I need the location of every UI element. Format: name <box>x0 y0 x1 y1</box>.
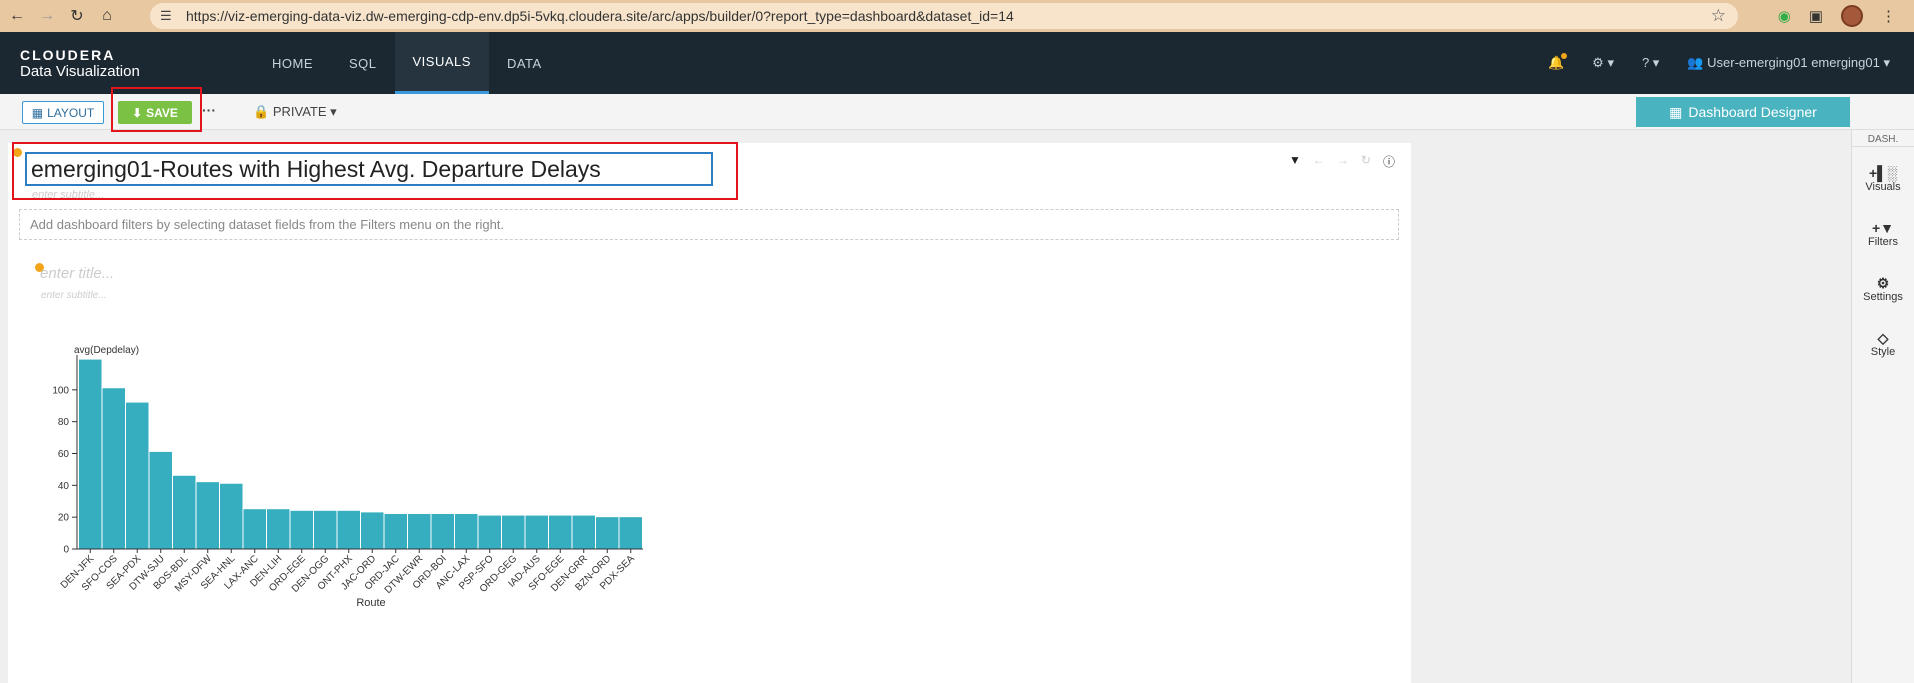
bar <box>79 359 102 549</box>
diamond-icon: ◇ <box>1877 329 1889 346</box>
bookmark-star-icon[interactable]: ☆ <box>1711 6 1726 26</box>
dashboard-filter-dropzone[interactable]: Add dashboard filters by selecting datas… <box>19 209 1399 240</box>
notification-dot <box>1561 53 1568 59</box>
nav-data[interactable]: DATA <box>489 32 560 94</box>
logo-brand: CLOUDERA <box>20 47 116 63</box>
browser-toolbar: ← → ↻ ⌂ ☰ https://viz-emerging-data-viz.… <box>0 0 1914 32</box>
bar <box>220 483 243 549</box>
bar <box>431 513 454 549</box>
refresh-icon[interactable]: ↻ <box>1361 153 1371 170</box>
y-tick-label: 40 <box>58 481 70 492</box>
dashboard-toolbar: ▦ LAYOUT ⬇ SAVE ··· 🔒 PRIVATE ▾ ▦ Dashbo… <box>0 94 1914 130</box>
profile-avatar[interactable] <box>1841 5 1863 27</box>
y-tick-label: 0 <box>63 545 69 556</box>
bar <box>525 515 548 549</box>
browser-menu-icon[interactable]: ⋮ <box>1881 7 1896 25</box>
y-tick-label: 60 <box>58 449 70 460</box>
main-nav: HOME SQL VISUALS DATA <box>254 32 560 94</box>
bar <box>572 515 595 549</box>
layout-icon: ▦ <box>31 105 44 120</box>
nav-home[interactable]: HOME <box>254 32 331 94</box>
add-filter-icon: +▼ <box>1871 219 1895 236</box>
help-icon[interactable]: ? ▾ <box>1642 55 1659 71</box>
visual-subtitle-placeholder[interactable]: enter subtitle... <box>41 290 107 301</box>
layout-button[interactable]: ▦ LAYOUT <box>22 101 104 124</box>
save-highlight-box <box>111 87 202 132</box>
caret-down-icon: ▾ <box>330 104 337 119</box>
y-tick-label: 80 <box>58 417 70 428</box>
bar <box>149 451 172 549</box>
sidebar-label-visuals: Visuals <box>1865 180 1901 193</box>
bar <box>478 515 501 549</box>
bar <box>384 513 407 549</box>
bar <box>619 517 642 549</box>
bar <box>502 515 525 549</box>
reload-icon[interactable]: ↻ <box>64 3 90 29</box>
forward-icon[interactable]: → <box>34 3 60 29</box>
more-options-button[interactable]: ··· <box>202 102 216 118</box>
bar <box>243 509 266 549</box>
bar <box>337 510 360 549</box>
sidebar-item-filters[interactable]: +▼ Filters <box>1852 206 1914 261</box>
url-text: https://viz-emerging-data-viz.dw-emergin… <box>186 8 1014 24</box>
cloudera-logo[interactable]: CLOUDERA Data Visualization <box>20 47 140 81</box>
settings-gears-icon: ⚙ <box>1876 274 1890 291</box>
y-axis-label: avg(Depdelay) <box>74 345 139 356</box>
logo-product: Data Visualization <box>20 63 140 80</box>
bar <box>196 482 219 549</box>
extensions-puzzle-icon[interactable]: ▣ <box>1809 7 1823 25</box>
privacy-label: PRIVATE <box>272 104 327 119</box>
bar-chart: avg(Depdelay)020406080100DEN-JFKSFO-COSS… <box>52 345 643 609</box>
add-chart-icon: +▌░ <box>1868 164 1897 181</box>
app-header: CLOUDERA Data Visualization HOME SQL VIS… <box>0 32 1914 94</box>
lock-icon: 🔒 <box>253 104 270 119</box>
home-icon[interactable]: ⌂ <box>94 3 120 29</box>
back-icon[interactable]: ← <box>4 3 30 29</box>
right-sidebar: DASH. +▌░ Visuals +▼ Filters ⚙ Settings … <box>1851 130 1914 683</box>
undo-icon[interactable]: ← <box>1313 153 1325 170</box>
designer-label: Dashboard Designer <box>1688 104 1817 120</box>
extension-eye-icon[interactable]: ◉ <box>1778 7 1791 25</box>
sidebar-header: DASH. <box>1852 130 1914 147</box>
y-tick-label: 100 <box>52 385 69 396</box>
bar <box>102 388 125 549</box>
info-icon[interactable]: ⓘ <box>1383 153 1395 170</box>
redo-icon[interactable]: → <box>1337 153 1349 170</box>
sidebar-item-visuals[interactable]: +▌░ Visuals <box>1852 151 1914 206</box>
privacy-dropdown[interactable]: 🔒 PRIVATE ▾ <box>253 104 337 120</box>
nav-sql[interactable]: SQL <box>331 32 395 94</box>
bar <box>290 510 313 549</box>
sidebar-item-style[interactable]: ◇ Style <box>1852 316 1914 371</box>
site-info-icon[interactable]: ☰ <box>160 8 172 24</box>
bar <box>549 515 572 549</box>
y-tick-label: 20 <box>58 513 70 524</box>
x-axis-label: Route <box>356 597 385 609</box>
dashboard-designer-button[interactable]: ▦ Dashboard Designer <box>1636 97 1850 127</box>
designer-icon: ▦ <box>1669 103 1683 120</box>
bar <box>314 510 337 549</box>
nav-visuals[interactable]: VISUALS <box>394 32 489 94</box>
filter-icon[interactable]: ▼ <box>1289 153 1301 170</box>
visual-title-placeholder[interactable]: enter title... <box>40 265 114 282</box>
bar <box>408 513 431 549</box>
bar <box>455 513 478 549</box>
title-highlight-box <box>12 142 738 200</box>
bar <box>173 475 196 549</box>
sidebar-label-filters: Filters <box>1868 235 1898 248</box>
bar <box>361 512 384 549</box>
layout-label: LAYOUT <box>47 105 95 120</box>
bar <box>596 517 619 549</box>
settings-gear-icon[interactable]: ⚙ ▾ <box>1592 55 1614 71</box>
sidebar-label-style: Style <box>1870 345 1896 358</box>
sidebar-label-settings: Settings <box>1863 290 1903 303</box>
dashboard-canvas: enter subtitle... ▼ ← → ↻ ⓘ Add dashboar… <box>8 143 1411 683</box>
user-name: User-emerging01 emerging01 <box>1707 55 1880 70</box>
notifications-bell-icon[interactable]: 🔔 <box>1548 53 1568 71</box>
bar <box>126 402 149 549</box>
address-bar[interactable]: ☰ https://viz-emerging-data-viz.dw-emerg… <box>150 3 1738 29</box>
bar <box>267 509 290 549</box>
canvas-tools: ▼ ← → ↻ ⓘ <box>1289 153 1395 170</box>
user-menu[interactable]: 👥 User-emerging01 emerging01 ▾ <box>1687 55 1890 71</box>
sidebar-item-settings[interactable]: ⚙ Settings <box>1852 261 1914 316</box>
